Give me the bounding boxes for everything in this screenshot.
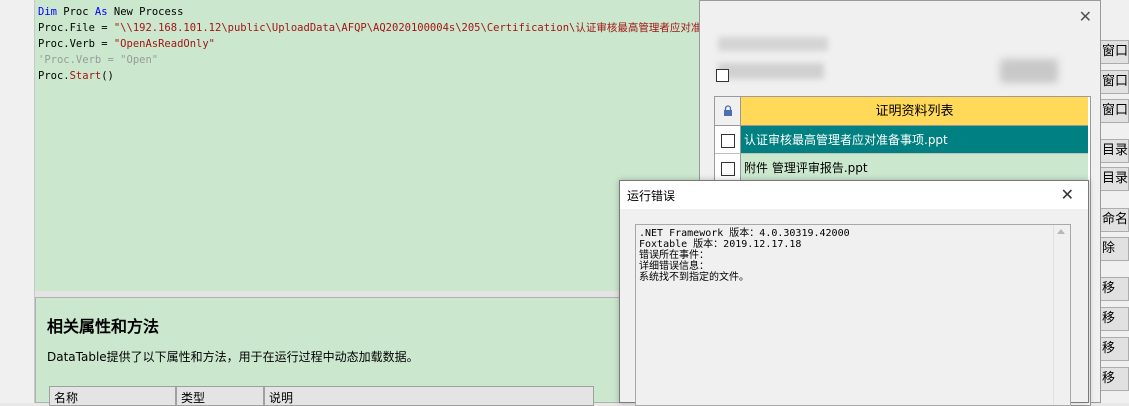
list-item[interactable]: 附件 管理评审报告.ppt bbox=[741, 154, 1088, 182]
vertical-scrollbar[interactable] bbox=[1053, 225, 1070, 405]
error-line: 系统找不到指定的文件。 bbox=[639, 272, 749, 283]
blurred-option bbox=[718, 63, 824, 79]
list-header-title: 证明资料列表 bbox=[741, 97, 1088, 126]
error-line: 详细错误信息： bbox=[639, 261, 709, 272]
row-checkbox[interactable] bbox=[715, 154, 741, 182]
code-line-3: Proc.Verb = "OpenAsReadOnly" bbox=[38, 38, 216, 50]
error-line: .NET Framework 版本：4.0.30319.42000 bbox=[639, 228, 850, 239]
close-icon[interactable]: ✕ bbox=[1079, 7, 1092, 26]
help-table-header: 名称 类型 说明 bbox=[49, 386, 594, 406]
code-line-4: 'Proc.Verb = "Open" bbox=[38, 54, 159, 66]
close-icon[interactable]: ✕ bbox=[1061, 185, 1074, 204]
lock-column-header bbox=[715, 97, 741, 126]
error-dialog-title: 运行错误 bbox=[627, 189, 676, 203]
column-header-name: 名称 bbox=[49, 386, 176, 406]
help-description: DataTable提供了以下属性和方法，用于在运行过程中动态加载数据。 bbox=[47, 350, 419, 364]
column-header-type: 类型 bbox=[176, 386, 264, 406]
code-line-1: Dim Proc As New Process bbox=[38, 6, 184, 18]
blurred-button[interactable] bbox=[1000, 59, 1058, 83]
option-checkbox[interactable] bbox=[716, 69, 729, 82]
column-header-description: 说明 bbox=[264, 386, 594, 406]
code-editor[interactable]: Dim Proc As New Process Proc.File = "\\1… bbox=[35, 0, 722, 291]
row-checkbox[interactable] bbox=[715, 126, 741, 154]
error-line: 错误所在事件： bbox=[639, 250, 709, 261]
blurred-label bbox=[718, 37, 828, 51]
lock-icon bbox=[723, 105, 732, 116]
left-margin-strip bbox=[0, 0, 35, 403]
scroll-up-arrow-icon[interactable] bbox=[1057, 229, 1065, 234]
help-title: 相关属性和方法 bbox=[47, 317, 160, 336]
list-item-selected[interactable]: 认证审核最高管理者应对准备事项.ppt bbox=[741, 126, 1088, 154]
error-dialog: 运行错误 ✕ .NET Framework 版本：4.0.30319.42000… bbox=[619, 180, 1089, 406]
code-line-2: Proc.File = "\\192.168.101.12\public\Upl… bbox=[38, 22, 723, 34]
error-details-textbox[interactable]: .NET Framework 版本：4.0.30319.42000 Foxtab… bbox=[635, 224, 1071, 406]
error-dialog-titlebar: 运行错误 ✕ bbox=[620, 181, 1088, 209]
help-panel: 相关属性和方法 DataTable提供了以下属性和方法，用于在运行过程中动态加载… bbox=[35, 297, 625, 406]
error-line: Foxtable 版本：2019.12.17.18 bbox=[639, 239, 802, 250]
code-line-5: Proc.Start() bbox=[38, 70, 114, 82]
